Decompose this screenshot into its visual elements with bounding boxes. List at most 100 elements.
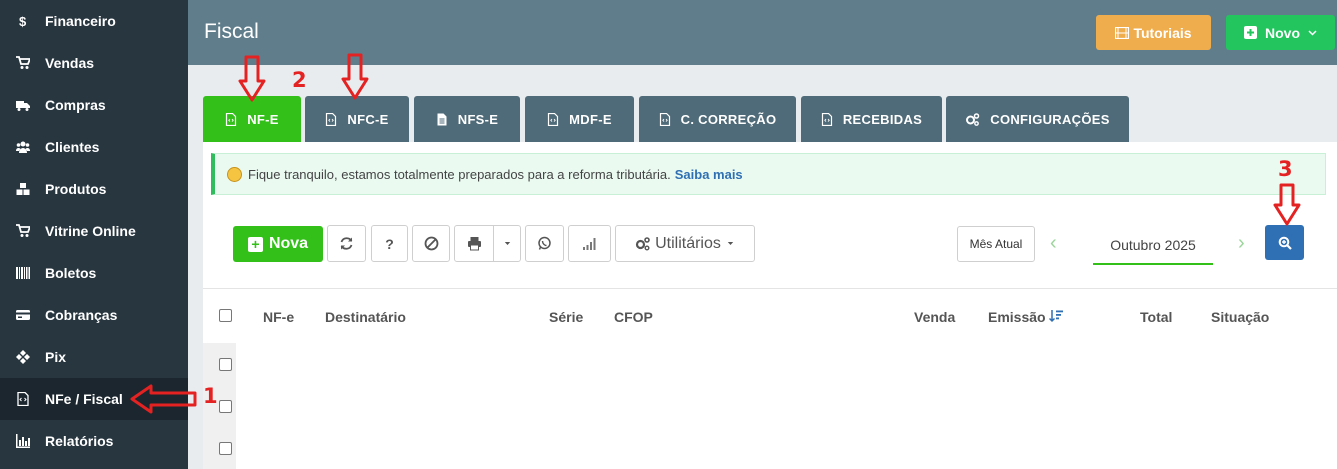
tab-recebidas[interactable]: RECEBIDAS bbox=[801, 96, 942, 142]
column-header-situacao[interactable]: Situação bbox=[1211, 309, 1269, 325]
chevron-down-icon bbox=[1308, 29, 1317, 36]
annotation-arrow-down bbox=[341, 53, 369, 100]
pix-icon bbox=[0, 350, 45, 364]
select-all-checkbox[interactable] bbox=[219, 309, 232, 322]
barcode-icon bbox=[0, 266, 45, 280]
print-icon bbox=[467, 237, 481, 251]
tab-nfse[interactable]: NFS-E bbox=[414, 96, 520, 142]
row-checkbox[interactable] bbox=[219, 442, 232, 455]
plus-square-icon bbox=[1244, 26, 1257, 39]
whatsapp-button[interactable] bbox=[525, 225, 564, 262]
column-header-total[interactable]: Total bbox=[1140, 309, 1172, 325]
sidebar-item-vendas[interactable]: Vendas bbox=[0, 42, 188, 84]
nova-button[interactable]: + Nova bbox=[233, 226, 323, 262]
bar-chart-icon bbox=[0, 434, 45, 448]
whatsapp-icon bbox=[538, 236, 551, 250]
file-code-icon bbox=[821, 112, 832, 126]
refresh-icon bbox=[340, 237, 353, 250]
cubes-icon bbox=[0, 182, 45, 196]
prev-month-button[interactable]: ‹ bbox=[1050, 232, 1057, 255]
credit-card-icon bbox=[0, 308, 45, 322]
search-plus-icon bbox=[1278, 236, 1292, 250]
annotation-number-1: 1 bbox=[203, 384, 218, 408]
cart-icon bbox=[0, 224, 45, 238]
advanced-search-button[interactable] bbox=[1265, 225, 1304, 260]
sidebar-item-label: Clientes bbox=[45, 139, 100, 155]
sidebar-item-financeiro[interactable]: $ Financeiro bbox=[0, 0, 188, 42]
row-checkbox[interactable] bbox=[219, 400, 232, 413]
help-label: ? bbox=[385, 235, 394, 252]
caret-down-icon bbox=[504, 242, 510, 245]
annotation-arrow-down bbox=[238, 55, 266, 102]
tab-label: NFC-E bbox=[347, 111, 389, 127]
column-header-serie[interactable]: Série bbox=[549, 309, 583, 325]
tutoriais-button[interactable]: Tutoriais bbox=[1096, 15, 1211, 50]
annotation-number-2: 2 bbox=[292, 68, 307, 92]
file-text-icon bbox=[437, 113, 447, 125]
cart-icon bbox=[0, 56, 45, 70]
novo-label: Novo bbox=[1265, 24, 1300, 41]
users-icon bbox=[0, 140, 45, 154]
saiba-mais-link[interactable]: Saiba mais bbox=[675, 167, 743, 182]
sidebar-item-label: Cobranças bbox=[45, 307, 118, 323]
sort-desc-icon[interactable] bbox=[1049, 309, 1063, 323]
nova-label: Nova bbox=[268, 235, 309, 252]
sidebar-item-label: Relatórios bbox=[45, 433, 114, 449]
tab-carta-correcao[interactable]: C. CORREÇÃO bbox=[639, 96, 796, 142]
tab-label: MDF-E bbox=[569, 111, 612, 127]
tab-label: NFS-E bbox=[457, 111, 499, 127]
sidebar-item-clientes[interactable]: Clientes bbox=[0, 126, 188, 168]
file-code-icon bbox=[659, 112, 670, 126]
tab-mdfe[interactable]: MDF-E bbox=[525, 96, 634, 142]
sidebar-item-vitrine-online[interactable]: Vitrine Online bbox=[0, 210, 188, 252]
svg-text:$: $ bbox=[19, 14, 27, 28]
info-alert: Fique tranquilo, estamos totalmente prep… bbox=[211, 153, 1326, 195]
sidebar-item-compras[interactable]: Compras bbox=[0, 84, 188, 126]
ban-icon bbox=[424, 236, 438, 251]
tab-nfce[interactable]: NFC-E bbox=[305, 96, 409, 142]
column-header-destinatario[interactable]: Destinatário bbox=[325, 309, 406, 325]
annotation-arrow-left bbox=[130, 384, 197, 414]
column-header-venda[interactable]: Venda bbox=[914, 309, 955, 325]
sidebar-item-boletos[interactable]: Boletos bbox=[0, 252, 188, 294]
column-header-nfe[interactable]: NF-e bbox=[263, 309, 294, 325]
file-code-icon bbox=[326, 112, 337, 126]
caret-down-icon bbox=[727, 242, 734, 245]
sidebar-item-label: Produtos bbox=[45, 181, 107, 197]
cancel-button[interactable] bbox=[412, 225, 450, 262]
tab-label: NF-E bbox=[247, 111, 279, 127]
tab-label: RECEBIDAS bbox=[842, 111, 923, 127]
novo-button[interactable]: Novo bbox=[1226, 15, 1335, 50]
tutoriais-label: Tutoriais bbox=[1133, 24, 1192, 41]
sidebar-item-cobrancas[interactable]: Cobranças bbox=[0, 294, 188, 336]
sidebar-item-label: Financeiro bbox=[45, 13, 116, 29]
signal-button[interactable] bbox=[568, 225, 611, 262]
sidebar-item-label: Compras bbox=[45, 97, 106, 113]
sidebar-item-relatorios[interactable]: Relatórios bbox=[0, 420, 188, 462]
file-code-icon bbox=[548, 112, 559, 126]
table-header: NF-e Destinatário Série CFOP Venda Emiss… bbox=[203, 288, 1337, 338]
mes-atual-button[interactable]: Mês Atual bbox=[957, 226, 1035, 262]
file-code-icon bbox=[226, 112, 237, 126]
sidebar-item-label: Vendas bbox=[45, 55, 95, 71]
signal-icon bbox=[583, 238, 596, 250]
sidebar-item-label: NFe / Fiscal bbox=[45, 391, 123, 407]
column-header-cfop[interactable]: CFOP bbox=[614, 309, 653, 325]
refresh-button[interactable] bbox=[327, 225, 366, 262]
current-month: Outubro 2025 bbox=[1093, 226, 1213, 265]
annotation-arrow-down bbox=[1273, 183, 1301, 226]
sidebar-item-produtos[interactable]: Produtos bbox=[0, 168, 188, 210]
film-icon bbox=[1115, 26, 1130, 39]
sidebar-item-pix[interactable]: Pix bbox=[0, 336, 188, 378]
dollar-icon: $ bbox=[0, 14, 45, 28]
column-header-emissao[interactable]: Emissão bbox=[988, 309, 1046, 325]
truck-icon bbox=[0, 98, 45, 112]
row-checkbox[interactable] bbox=[219, 358, 232, 371]
cogs-icon bbox=[966, 112, 980, 126]
print-button[interactable] bbox=[454, 225, 494, 262]
next-month-button[interactable]: › bbox=[1238, 232, 1245, 255]
help-button[interactable]: ? bbox=[371, 225, 408, 262]
utilitarios-dropdown[interactable]: Utilitários bbox=[615, 225, 755, 262]
tab-configuracoes[interactable]: CONFIGURAÇÕES bbox=[946, 96, 1129, 142]
print-dropdown-button[interactable] bbox=[493, 225, 521, 262]
